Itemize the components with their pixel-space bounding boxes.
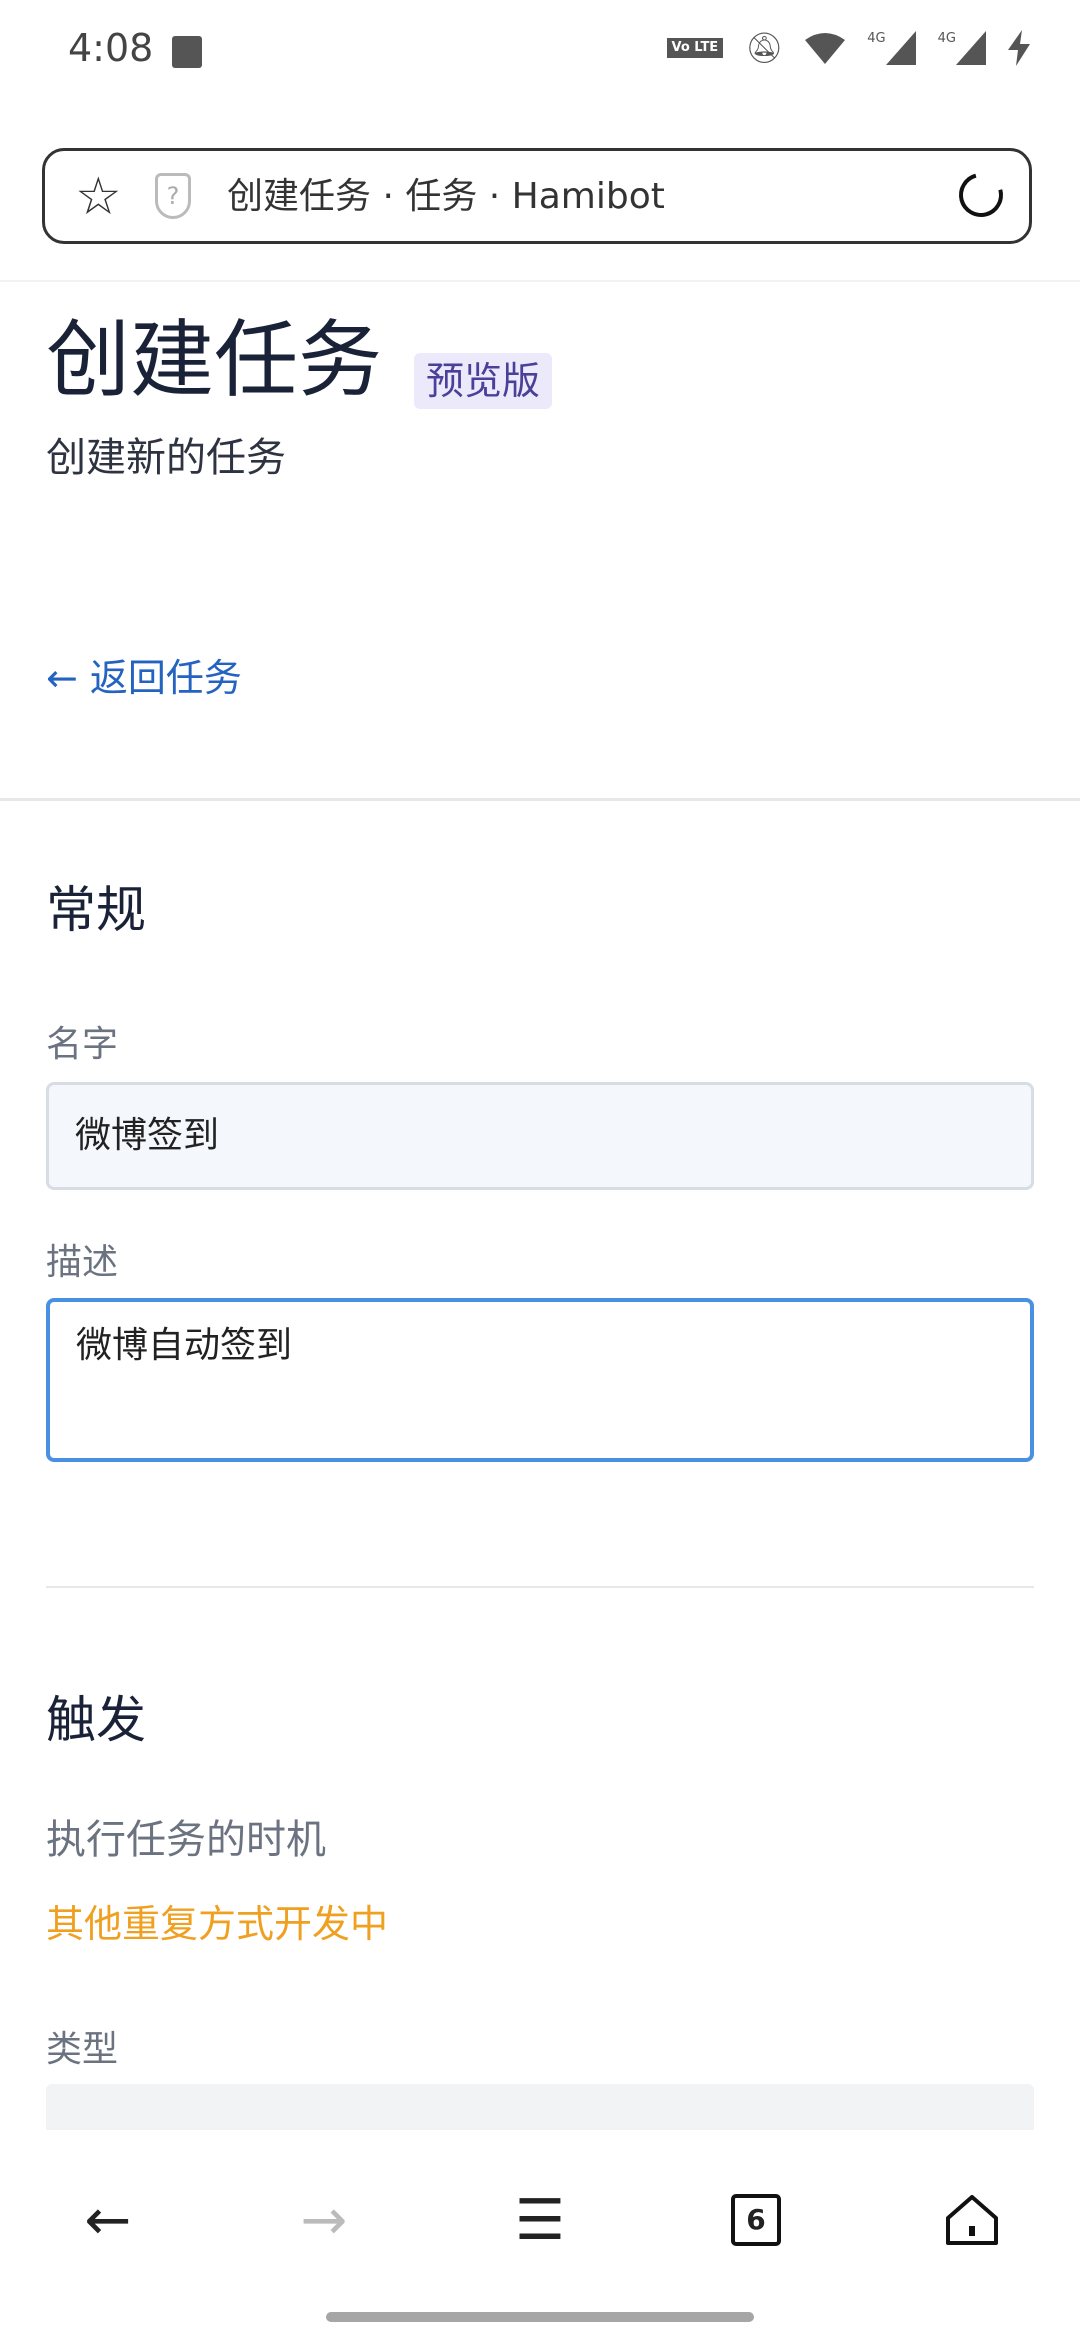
signal-4g-icon: 4G: [867, 31, 916, 65]
divider: [46, 1586, 1034, 1588]
reload-icon[interactable]: [950, 164, 1012, 226]
section-heading-general: 常规: [46, 881, 146, 939]
preview-badge: 预览版: [414, 353, 553, 409]
home-button[interactable]: [922, 2170, 1022, 2270]
status-time: 4:08: [68, 26, 154, 70]
image-icon: [172, 36, 202, 68]
status-icons: Vo LTE 🔕︎ 4G 4G: [666, 30, 1030, 66]
bell-off-icon: 🔕︎: [745, 30, 784, 66]
volte-icon: Vo LTE: [666, 38, 724, 58]
page-title: 创建任务: [46, 311, 383, 409]
signal-4g-icon: 4G: [938, 31, 986, 65]
hamburger-menu-icon: ☰: [514, 2187, 566, 2253]
arrow-right-icon: →: [300, 2187, 348, 2253]
tabs-button[interactable]: 6: [706, 2170, 806, 2270]
name-label: 名字: [46, 1024, 119, 1065]
charging-icon: [1008, 30, 1030, 66]
home-icon: [946, 2195, 998, 2245]
description-label: 描述: [46, 1242, 119, 1283]
type-label: 类型: [46, 2029, 119, 2070]
network-type: 4G: [867, 31, 886, 46]
forward-button[interactable]: →: [274, 2170, 374, 2270]
divider: [0, 280, 1080, 282]
divider: [0, 798, 1080, 801]
gesture-home-bar[interactable]: [326, 2312, 754, 2322]
section-heading-trigger: 触发: [46, 1691, 146, 1749]
tab-count-icon: 6: [731, 2194, 781, 2246]
trigger-hint: 执行任务的时机: [46, 1817, 326, 1863]
page-title-url[interactable]: 创建任务 · 任务 · Hamibot: [227, 171, 665, 223]
address-bar[interactable]: ☆ ? 创建任务 · 任务 · Hamibot: [42, 148, 1032, 244]
arrow-left-icon: ←: [84, 2187, 132, 2253]
browser-bottom-bar: ← → ☰ 6: [0, 2130, 1080, 2340]
page-subtitle: 创建新的任务: [46, 435, 286, 481]
wifi-icon: [805, 33, 846, 64]
back-button[interactable]: ←: [58, 2170, 158, 2270]
back-to-tasks-link[interactable]: ← 返回任务: [46, 650, 242, 706]
site-security-shield-icon[interactable]: ?: [155, 173, 191, 219]
status-bar: 4:08 Vo LTE 🔕︎ 4G 4G: [0, 0, 1080, 100]
menu-button[interactable]: ☰: [490, 2170, 590, 2270]
name-input[interactable]: 微博签到: [46, 1082, 1034, 1190]
description-textarea[interactable]: 微博自动签到: [46, 1298, 1034, 1462]
trigger-warning: 其他重复方式开发中: [46, 1902, 389, 1946]
network-type: 4G: [937, 31, 956, 46]
bookmark-star-icon[interactable]: ☆: [75, 169, 122, 225]
